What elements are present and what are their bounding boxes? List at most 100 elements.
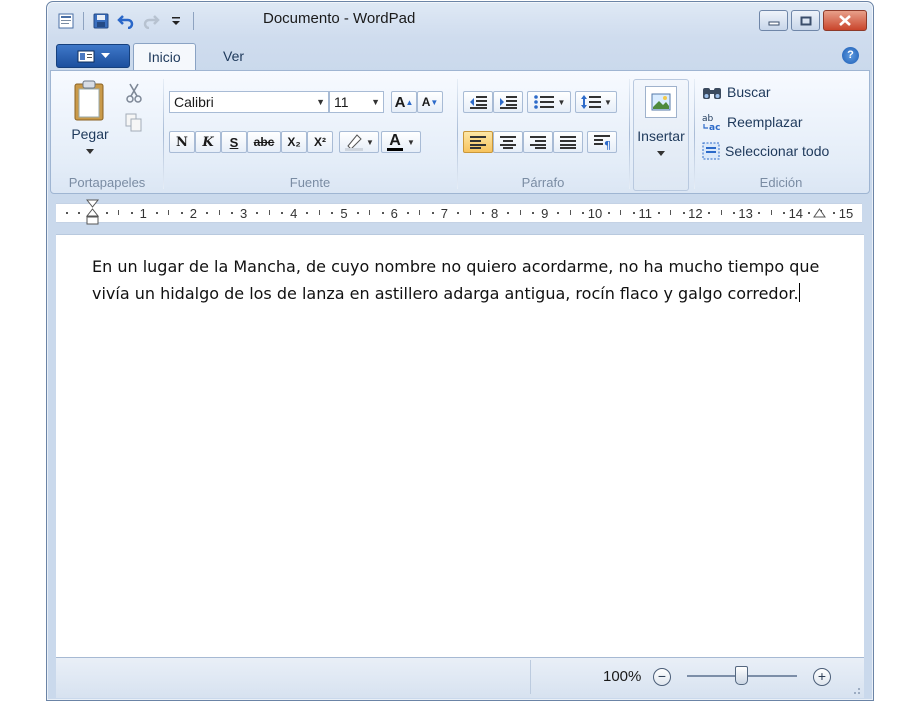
font-color-button[interactable]: A ▼ (381, 131, 421, 153)
ruler-number: 13 (738, 206, 753, 221)
align-center-icon (500, 136, 516, 149)
underline-button[interactable]: S (221, 131, 247, 153)
ruler-number: 15 (838, 206, 854, 221)
decrease-indent-button[interactable] (463, 91, 493, 113)
ruler-tick (218, 210, 220, 215)
chevron-down-icon: ▼ (366, 137, 374, 147)
wordpad-app-icon[interactable] (57, 12, 75, 30)
superscript-icon: X² (314, 135, 326, 149)
grow-font-button[interactable]: A ▲ (391, 91, 417, 113)
minimize-button[interactable] (759, 10, 788, 31)
cut-icon (126, 83, 142, 103)
binoculars-icon (703, 88, 721, 99)
ruler-number: 14 (788, 206, 804, 221)
close-button[interactable] (823, 10, 867, 31)
chevron-down-icon: ▼ (316, 97, 325, 107)
font-color-icon: A (389, 131, 401, 149)
select-all-button[interactable]: Seleccionar todo (702, 142, 829, 160)
zoom-out-button[interactable]: − (653, 668, 671, 686)
ruler-tick (130, 212, 133, 214)
strikethrough-button[interactable]: abc (247, 131, 281, 153)
align-right-button[interactable] (523, 131, 553, 153)
line-spacing-button[interactable]: ▼ (575, 91, 617, 113)
ruler-tick (419, 210, 421, 215)
save-icon[interactable] (92, 12, 110, 30)
group-font: Calibri ▼ 11 ▼ A▲ A▼ N K S abc X₂ X² ▼ (164, 71, 456, 193)
ruler-tick (808, 212, 811, 214)
right-indent-marker-icon[interactable] (813, 207, 827, 223)
ruler-tick (78, 212, 80, 214)
replace-label: Reemplazar (727, 114, 803, 130)
ruler-tick (507, 212, 510, 214)
chevron-down-icon: ▼ (557, 97, 566, 107)
italic-icon: K (202, 134, 214, 150)
bold-button[interactable]: N (169, 131, 195, 153)
zoom-out-icon: − (657, 668, 667, 684)
paragraph-settings-button[interactable]: ¶ (587, 131, 617, 153)
increase-indent-button[interactable] (493, 91, 523, 113)
window-controls (759, 10, 867, 31)
ruler-tick (469, 210, 471, 215)
replace-button[interactable]: ab ac Reemplazar (702, 113, 802, 131)
ruler-number: 2 (189, 206, 198, 221)
document-menu-icon (77, 50, 94, 62)
shrink-font-button[interactable]: A ▼ (417, 91, 443, 113)
justify-button[interactable] (553, 131, 583, 153)
ruler-tick (720, 210, 722, 215)
zoom-slider-thumb[interactable] (735, 666, 748, 685)
align-center-button[interactable] (493, 131, 523, 153)
app-menu-button[interactable] (56, 44, 130, 68)
select-all-label: Seleccionar todo (725, 143, 830, 159)
find-button[interactable]: Buscar (702, 84, 771, 100)
paste-button[interactable]: Pegar (65, 79, 115, 157)
ruler-tick (306, 212, 309, 214)
font-family-select[interactable]: Calibri ▼ (169, 91, 329, 113)
resize-grip-icon[interactable] (851, 685, 861, 695)
insert-button[interactable]: Insertar (633, 79, 689, 191)
zoom-in-button[interactable]: + (813, 668, 831, 686)
decrease-indent-icon (470, 96, 487, 109)
svg-text:¶: ¶ (604, 139, 611, 150)
ruler-tick (456, 212, 459, 214)
ruler-tick (670, 210, 672, 215)
group-editing: Buscar ab ac Reemplazar Seleccionar todo … (695, 71, 867, 193)
ruler-number: 9 (541, 206, 549, 221)
paragraph-group-label: Párrafo (521, 175, 565, 190)
title-bar: Documento - WordPad (47, 2, 873, 38)
ruler-tick (369, 210, 371, 215)
editing-group-label: Edición (759, 175, 803, 190)
italic-button[interactable]: K (195, 131, 221, 153)
help-icon[interactable]: ? (842, 47, 859, 64)
cut-button[interactable] (125, 83, 143, 106)
ruler-number: 4 (290, 206, 298, 221)
ruler[interactable]: 1 2 3 4 5 6 7 8 9 10 11 12 13 14 15 (50, 197, 868, 227)
group-clipboard: Pegar Portapapeles (51, 71, 163, 193)
subscript-button[interactable]: X₂ (281, 131, 307, 153)
ruler-tick (155, 212, 158, 214)
bullets-button[interactable]: ▼ (527, 91, 571, 113)
left-indent-marker-icon[interactable] (86, 199, 100, 227)
font-size-select[interactable]: 11 ▼ (329, 91, 384, 113)
redo-icon[interactable] (142, 12, 160, 30)
ruler-tick (482, 212, 485, 214)
paste-icon (74, 80, 104, 121)
copy-button[interactable] (125, 113, 143, 136)
align-left-button[interactable] (463, 131, 493, 153)
ruler-tick (180, 212, 183, 214)
ruler-tick (356, 212, 359, 214)
tab-ver[interactable]: Ver (209, 43, 258, 70)
undo-icon[interactable] (117, 12, 135, 30)
maximize-button[interactable] (791, 10, 820, 31)
customize-qat-icon[interactable] (167, 12, 185, 30)
chevron-down-icon: ▼ (371, 97, 380, 107)
document-area[interactable]: En un lugar de la Mancha, de cuyo nombre… (56, 234, 864, 657)
ruler-tick (758, 212, 761, 214)
document-text[interactable]: En un lugar de la Mancha, de cuyo nombre… (92, 253, 852, 307)
underline-icon: S (229, 134, 239, 150)
tab-inicio[interactable]: Inicio (133, 43, 196, 71)
superscript-button[interactable]: X² (307, 131, 333, 153)
ruler-tick (406, 212, 409, 214)
highlight-color-button[interactable]: ▼ (339, 131, 379, 153)
ribbon-tabs: Inicio Ver ? (47, 41, 873, 71)
replace-icon: abac (702, 114, 720, 131)
